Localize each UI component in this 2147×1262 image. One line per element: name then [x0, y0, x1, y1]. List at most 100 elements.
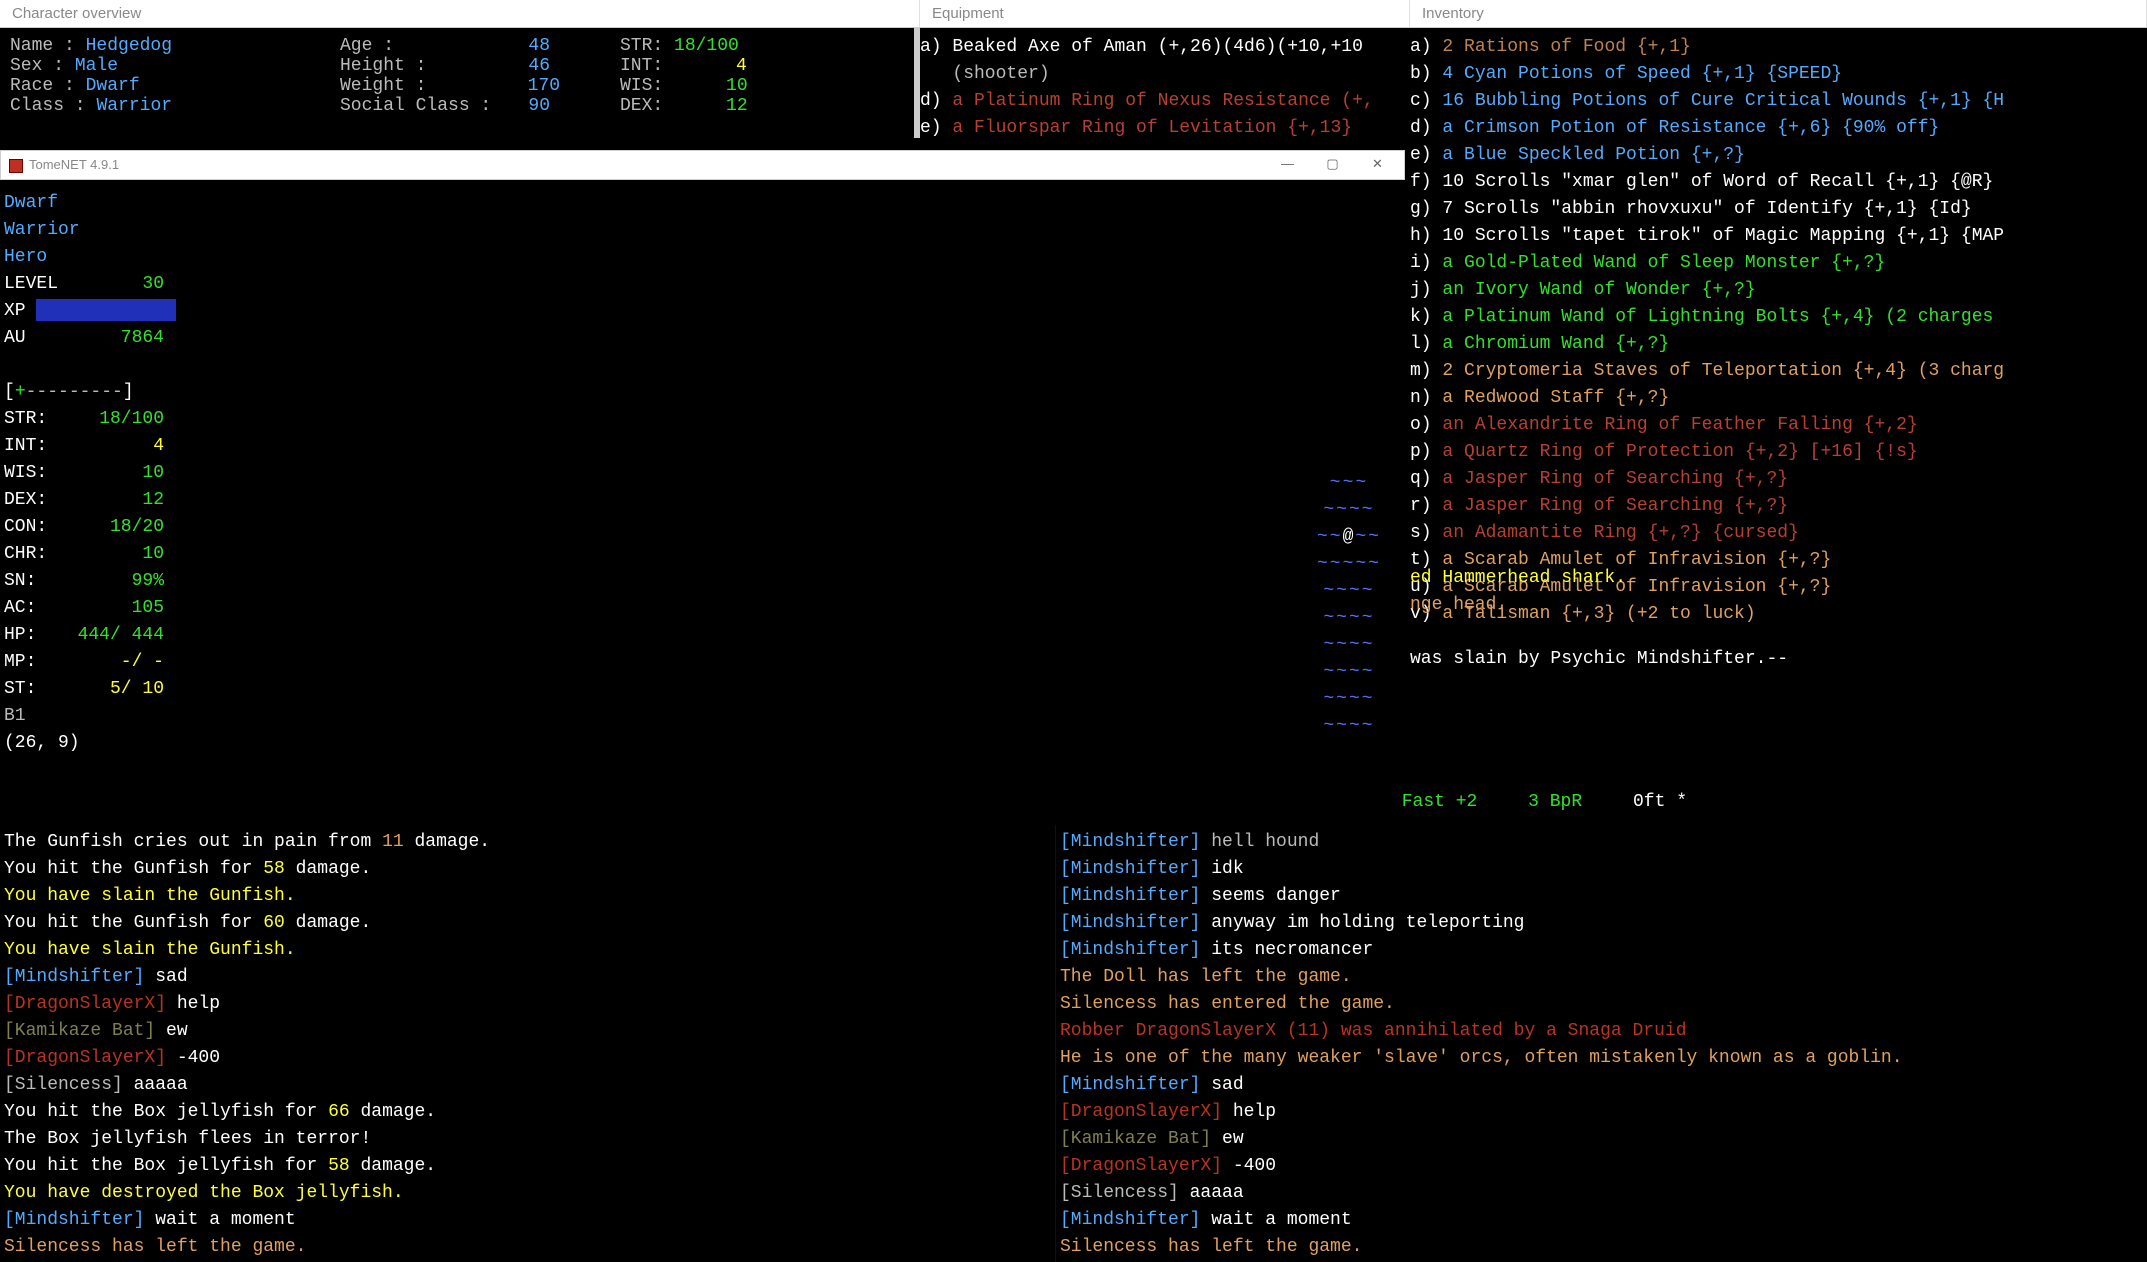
s-str-value: 18/100 [99, 406, 164, 433]
s-st-value: 5/ 10 [110, 676, 164, 703]
log-line: Silencess has left the game. [1060, 1234, 2143, 1261]
sex-value: Male [75, 56, 118, 76]
s-con-label: CON: [4, 517, 47, 537]
inventory-item[interactable]: h) 10 Scrolls "tapet tirok" of Magic Map… [1410, 223, 2147, 250]
player-symbol: @ [1343, 527, 1356, 547]
status-depth: 0ft * [1633, 792, 1687, 812]
str-value: 18/100 [674, 36, 739, 56]
log-line: [DragonSlayerX] -400 [4, 1045, 1051, 1072]
age-value: 48 [528, 36, 550, 56]
s-sn-value: 99% [132, 568, 164, 595]
wis-label: WIS: [620, 76, 663, 96]
inventory-item[interactable]: m) 2 Cryptomeria Staves of Teleportation… [1410, 358, 2147, 385]
s-hp-value: 444/ 444 [78, 622, 164, 649]
inventory-item[interactable]: j) an Ivory Wand of Wonder {+,?} [1410, 277, 2147, 304]
log-line: Silencess has left the game. [4, 1234, 1051, 1261]
s-mp-value: -/ - [121, 649, 164, 676]
log-line: You have slain the Gunfish. [4, 937, 1051, 964]
log-line: You have slain the Gunfish. [4, 883, 1051, 910]
str-label: STR: [620, 36, 663, 56]
inventory-item[interactable]: c) 16 Bubbling Potions of Cure Critical … [1410, 88, 2147, 115]
app-title: TomeNET 4.9.1 [29, 157, 119, 172]
s-dex-label: DEX: [4, 490, 47, 510]
log-line: Robber DragonSlayerX (11) was annihilate… [1060, 1018, 2143, 1045]
log-line: [Mindshifter] its necromancer [1060, 937, 2143, 964]
equipment-panel: a) Beaked Axe of Aman (+,26)(4d6)(+10,+1… [920, 28, 1410, 128]
inventory-item[interactable]: k) a Platinum Wand of Lightning Bolts {+… [1410, 304, 2147, 331]
log-line: You have destroyed the Box jellyfish. [4, 1180, 1051, 1207]
s-mp-label: MP: [4, 652, 36, 672]
side-message: was slain by Psychic Mindshifter.-- [1410, 646, 2130, 673]
social-label: Social Class : [340, 96, 491, 116]
close-button[interactable]: ✕ [1355, 151, 1400, 179]
status-fast: Fast +2 [1402, 792, 1478, 812]
inventory-item[interactable]: f) 10 Scrolls "xmar glen" of Word of Rec… [1410, 169, 2147, 196]
inventory-item[interactable]: a) 2 Rations of Food {+,1} [1410, 34, 2147, 61]
s-chr-value: 10 [142, 541, 164, 568]
side-messages: ed Hammerhead shark.nge head. was slain … [1410, 565, 2130, 673]
sex-label: Sex : [10, 56, 64, 76]
pane-divider[interactable] [914, 28, 920, 138]
log-line: The Box jellyfish flees in terror! [4, 1126, 1051, 1153]
app-icon [9, 159, 23, 173]
equipment-item[interactable]: e) a Fluorspar Ring of Levitation {+,13} [920, 115, 1410, 142]
s-hp-label: HP: [4, 625, 36, 645]
inventory-item[interactable]: o) an Alexandrite Ring of Feather Fallin… [1410, 412, 2147, 439]
maximize-button[interactable]: ▢ [1310, 151, 1355, 179]
status-bar: Fast +2 3 BpR 0ft * [0, 792, 2147, 822]
log-line: You hit the Box jellyfish for 58 damage. [4, 1153, 1051, 1180]
inventory-item[interactable]: b) 4 Cyan Potions of Speed {+,1} {SPEED} [1410, 61, 2147, 88]
inventory-item[interactable]: l) a Chromium Wand {+,?} [1410, 331, 2147, 358]
log-line: The Doll has left the game. [1060, 964, 2143, 991]
log-line: [Mindshifter] wait a moment [1060, 1207, 2143, 1234]
inventory-item[interactable]: q) a Jasper Ring of Searching {+,?} [1410, 466, 2147, 493]
race-value: Dwarf [86, 76, 140, 96]
weight-label: Weight : [340, 76, 426, 96]
s-st-label: ST: [4, 679, 36, 699]
weight-value: 170 [528, 76, 560, 96]
log-line: [DragonSlayerX] help [1060, 1099, 2143, 1126]
equipment-item[interactable]: d) a Platinum Ring of Nexus Resistance (… [920, 88, 1410, 115]
equip-slots: [+---------] [4, 379, 224, 406]
inventory-item[interactable]: e) a Blue Speckled Potion {+,?} [1410, 142, 2147, 169]
s-int-label: INT: [4, 436, 47, 456]
log-line: [Kamikaze Bat] ew [1060, 1126, 2143, 1153]
inventory-item[interactable]: n) a Redwood Staff {+,?} [1410, 385, 2147, 412]
inventory-item[interactable]: s) an Adamantite Ring {+,?} {cursed} [1410, 520, 2147, 547]
tab-equipment[interactable]: Equipment [920, 0, 1410, 27]
inventory-panel: a) 2 Rations of Food {+,1}b) 4 Cyan Poti… [1410, 28, 2147, 128]
message-log-right: [Mindshifter] hell hound[Mindshifter] id… [1055, 825, 2147, 1262]
class-label: Class : [10, 96, 86, 116]
log-line: [Silencess] aaaaa [4, 1072, 1051, 1099]
age-label: Age : [340, 36, 394, 56]
stat-title: Hero [4, 244, 224, 271]
tab-character-overview[interactable]: Character overview [0, 0, 920, 27]
inventory-item[interactable]: i) a Gold-Plated Wand of Sleep Monster {… [1410, 250, 2147, 277]
stats-panel: Dwarf Warrior Hero LEVEL 30 XP AU 7864 [… [4, 190, 224, 810]
inventory-item[interactable]: r) a Jasper Ring of Searching {+,?} [1410, 493, 2147, 520]
minimize-button[interactable]: — [1265, 151, 1310, 179]
log-line: You hit the Gunfish for 60 damage. [4, 910, 1051, 937]
s-ac-label: AC: [4, 598, 36, 618]
s-sn-label: SN: [4, 571, 36, 591]
s-wis-value: 10 [142, 460, 164, 487]
side-message: nge head. [1410, 592, 2130, 619]
int-label: INT: [620, 56, 663, 76]
side-message: ed Hammerhead shark. [1410, 565, 2130, 592]
name-value: Hedgedog [86, 36, 172, 56]
au-value: 7864 [121, 325, 164, 352]
int-value: 4 [736, 56, 747, 76]
inventory-item[interactable]: p) a Quartz Ring of Protection {+,2} [+1… [1410, 439, 2147, 466]
map-area[interactable]: ~~~~~~~~~@~~~~~~~~~~~~~~~~~~~~~~~~~~~~~~… [224, 190, 1401, 810]
log-line: [Mindshifter] seems danger [1060, 883, 2143, 910]
equipment-item[interactable]: (shooter) [920, 61, 1410, 88]
water-tiles: ~~~~~~~~~@~~~~~~~~~~~~~~~~~~~~~~~~~~~~~~… [1317, 470, 1381, 740]
s-ac-value: 105 [132, 595, 164, 622]
title-bar[interactable]: TomeNET 4.9.1 — ▢ ✕ [0, 150, 1405, 180]
inventory-item[interactable]: g) 7 Scrolls "abbin rhovxuxu" of Identif… [1410, 196, 2147, 223]
au-label: AU [4, 328, 26, 348]
equipment-item[interactable]: a) Beaked Axe of Aman (+,26)(4d6)(+10,+1… [920, 34, 1410, 61]
log-line: Silencess has entered the game. [1060, 991, 2143, 1018]
inventory-item[interactable]: d) a Crimson Potion of Resistance {+,6} … [1410, 115, 2147, 142]
tab-inventory[interactable]: Inventory [1410, 0, 2147, 27]
